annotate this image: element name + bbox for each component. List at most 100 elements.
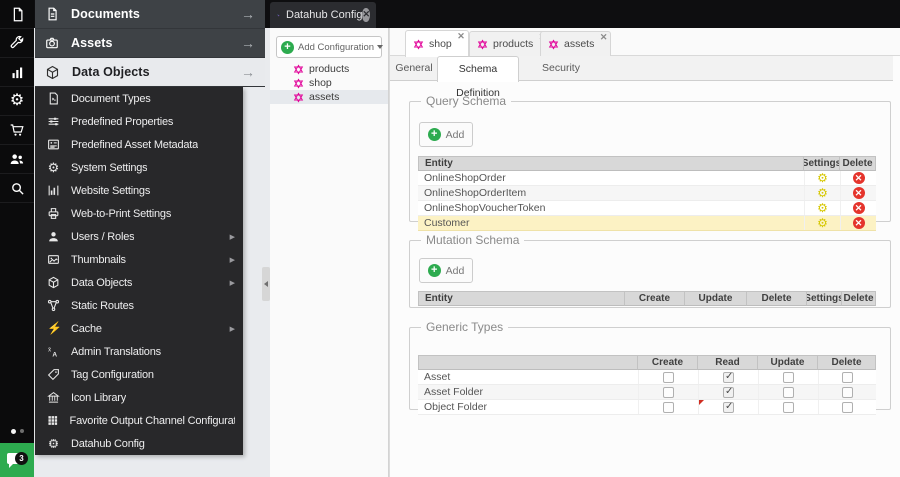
menu-item-predefined-properties[interactable]: Predefined Properties bbox=[35, 110, 243, 133]
column-header-delete[interactable]: Delete bbox=[842, 291, 876, 306]
menu-item-web-to-print-settings[interactable]: Web-to-Print Settings bbox=[35, 202, 243, 225]
bolt-icon: ⚡ bbox=[47, 321, 62, 335]
table-row[interactable]: Customer ⚙ ✕ bbox=[418, 216, 876, 231]
mutation-schema-fieldset: Mutation Schema + Add Entity Create Upda… bbox=[409, 233, 891, 308]
checkbox-create[interactable] bbox=[663, 386, 674, 398]
tree-item-shop[interactable]: shop bbox=[270, 76, 388, 90]
table-row[interactable]: OnlineShopOrder ⚙ ✕ bbox=[418, 171, 876, 186]
menu-item-document-types[interactable]: Document Types bbox=[35, 87, 243, 110]
checkbox-update[interactable] bbox=[783, 401, 794, 413]
tab-shop[interactable]: shop ✕ bbox=[405, 30, 469, 57]
column-header-delete[interactable]: Delete bbox=[818, 355, 876, 370]
column-header-update[interactable]: Update bbox=[758, 355, 818, 370]
checkbox-create[interactable] bbox=[663, 371, 674, 383]
chevron-down-icon[interactable] bbox=[377, 45, 384, 49]
rail-tools-icon[interactable] bbox=[0, 29, 34, 58]
menu-item-cache[interactable]: ⚡ Cache ▶ bbox=[35, 317, 243, 340]
checkbox-update[interactable] bbox=[783, 386, 794, 398]
subtab-general[interactable]: General bbox=[392, 56, 436, 81]
menu-section-label: Assets bbox=[71, 36, 113, 50]
checkbox-update[interactable] bbox=[783, 371, 794, 383]
cube-icon bbox=[48, 276, 59, 289]
checkbox-create[interactable] bbox=[663, 401, 674, 413]
add-configuration-label: Add Configuration bbox=[298, 41, 375, 53]
rail-documents-icon[interactable] bbox=[0, 0, 34, 29]
checkbox-delete[interactable] bbox=[842, 371, 853, 383]
checkbox-read[interactable] bbox=[723, 371, 734, 383]
menu-section-assets[interactable]: Assets → bbox=[35, 29, 265, 58]
rail-reports-icon[interactable] bbox=[0, 58, 34, 87]
table-row[interactable]: Object Folder bbox=[418, 400, 876, 415]
query-schema-add-button[interactable]: + Add bbox=[419, 122, 473, 147]
chat-button[interactable]: 3 bbox=[0, 443, 34, 477]
dot-icon bbox=[10, 428, 16, 434]
tab-close-icon[interactable]: ✕ bbox=[457, 32, 465, 41]
tab-assets[interactable]: assets ✕ bbox=[540, 31, 612, 56]
menu-item-admin-translations[interactable]: x̄ A Admin Translations bbox=[35, 340, 243, 363]
settings-gear-icon[interactable]: ⚙ bbox=[817, 187, 828, 199]
dot-icon bbox=[19, 429, 24, 433]
menu-item-label: Admin Translations bbox=[71, 345, 161, 358]
checkbox-delete[interactable] bbox=[842, 386, 853, 398]
menu-item-icon-library[interactable]: Icon Library bbox=[35, 386, 243, 409]
checkbox-read[interactable] bbox=[723, 386, 734, 398]
checkbox-read[interactable] bbox=[723, 401, 734, 413]
delete-icon[interactable]: ✕ bbox=[852, 202, 865, 214]
tab-products[interactable]: products ✕ bbox=[469, 31, 551, 56]
column-header-read[interactable]: Read bbox=[698, 355, 758, 370]
menu-item-static-routes[interactable]: Static Routes bbox=[35, 294, 243, 317]
window-tab-close-icon[interactable]: ✕ bbox=[362, 8, 370, 22]
column-header-create[interactable]: Create bbox=[638, 355, 698, 370]
settings-gear-icon[interactable]: ⚙ bbox=[817, 202, 828, 214]
generic-types-legend: Generic Types bbox=[426, 320, 504, 334]
menu-item-tag-configuration[interactable]: Tag Configuration bbox=[35, 363, 243, 386]
mutation-schema-add-button[interactable]: + Add bbox=[419, 258, 473, 283]
menu-item-favorite-output-channel-configurations[interactable]: Favorite Output Channel Configurations bbox=[35, 409, 243, 432]
rail-users-icon[interactable] bbox=[0, 145, 34, 174]
menu-item-system-settings[interactable]: ⚙ System Settings bbox=[35, 156, 243, 179]
subtab-security-definition[interactable]: Security Definition bbox=[521, 56, 601, 99]
entity-cell: Customer bbox=[424, 217, 470, 229]
column-header-entity[interactable]: Entity bbox=[418, 291, 625, 306]
column-header-create[interactable]: Create bbox=[625, 291, 685, 306]
table-row[interactable]: Asset Folder bbox=[418, 385, 876, 400]
menu-item-users-roles[interactable]: Users / Roles ▶ bbox=[35, 225, 243, 248]
add-button-label: Add bbox=[445, 128, 465, 141]
add-configuration-button[interactable]: + Add Configuration bbox=[276, 36, 384, 58]
tab-close-icon[interactable]: ✕ bbox=[600, 33, 608, 42]
menu-section-documents[interactable]: Documents → bbox=[35, 0, 265, 29]
delete-icon[interactable]: ✕ bbox=[852, 217, 865, 229]
plus-icon: + bbox=[427, 128, 441, 141]
delete-icon[interactable]: ✕ bbox=[852, 172, 865, 184]
menu-item-website-settings[interactable]: Website Settings bbox=[35, 179, 243, 202]
menu-item-thumbnails[interactable]: Thumbnails ▶ bbox=[35, 248, 243, 271]
panel-collapse-handle[interactable] bbox=[262, 267, 270, 301]
rail-settings-icon[interactable]: ⚙ bbox=[0, 87, 34, 116]
checkbox-delete[interactable] bbox=[842, 401, 853, 413]
column-header-delete[interactable]: Delete bbox=[747, 291, 807, 306]
tree-item-assets[interactable]: assets bbox=[270, 90, 388, 104]
subtab-schema-definition[interactable]: Schema Definition bbox=[437, 56, 519, 99]
column-header-delete[interactable]: Delete bbox=[840, 156, 876, 171]
rail-search-icon[interactable] bbox=[0, 174, 34, 203]
tree-item-products[interactable]: products bbox=[270, 62, 388, 76]
menu-section-data-objects[interactable]: Data Objects → bbox=[35, 58, 265, 87]
menu-item-predefined-asset-metadata[interactable]: Predefined Asset Metadata bbox=[35, 133, 243, 156]
menu-item-datahub-config[interactable]: Datahub Config bbox=[35, 432, 243, 455]
column-header-settings[interactable]: Settings bbox=[804, 156, 840, 171]
settings-gear-icon[interactable]: ⚙ bbox=[817, 217, 828, 229]
table-row[interactable]: Asset bbox=[418, 370, 876, 385]
table-row[interactable]: OnlineShopVoucherToken ⚙ ✕ bbox=[418, 201, 876, 216]
column-header-settings[interactable]: Settings bbox=[807, 291, 842, 306]
column-header-entity[interactable]: Entity bbox=[418, 156, 804, 171]
window-tab-datahub-config[interactable]: Datahub Config ✕ bbox=[270, 2, 376, 28]
column-header-update[interactable]: Update bbox=[685, 291, 747, 306]
settings-gear-icon[interactable]: ⚙ bbox=[817, 172, 828, 184]
sparkles-icon bbox=[277, 13, 280, 16]
table-row[interactable]: OnlineShopOrderItem ⚙ ✕ bbox=[418, 186, 876, 201]
menu-item-label: Favorite Output Channel Configurations bbox=[69, 414, 235, 427]
rail-ecommerce-icon[interactable] bbox=[0, 116, 34, 145]
delete-icon[interactable]: ✕ bbox=[852, 187, 865, 199]
editor-panel: shop ✕ products ✕ assets ✕ General Schem… bbox=[389, 28, 900, 477]
menu-item-data-objects[interactable]: Data Objects ▶ bbox=[35, 271, 243, 294]
